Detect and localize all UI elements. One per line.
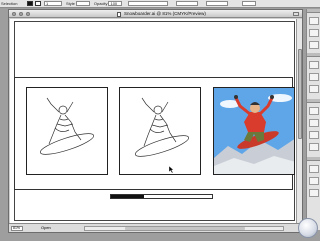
dock-button[interactable] xyxy=(309,17,319,25)
document-window: Snowboarder.ai @ 81% (CMYK/Preview) 81% … xyxy=(8,9,303,233)
stroke-swatch[interactable] xyxy=(35,1,41,6)
document-setup-button[interactable] xyxy=(128,1,169,6)
dock-header[interactable] xyxy=(307,99,320,103)
dock-button[interactable] xyxy=(309,73,319,81)
app-window: Selection 1 Style Opacity 100 Snowboarde… xyxy=(0,0,320,241)
document-titlebar: Snowboarder.ai @ 81% (CMYK/Preview) xyxy=(9,10,302,18)
dock-button[interactable] xyxy=(309,189,319,197)
dock-button[interactable] xyxy=(309,143,319,151)
control-bar: Selection 1 Style Opacity 100 xyxy=(0,0,320,8)
color-art-panel[interactable] xyxy=(213,87,295,175)
dock-header[interactable] xyxy=(307,53,320,57)
arrange-dropdown[interactable] xyxy=(176,1,199,6)
panel-menu-button[interactable] xyxy=(242,1,257,6)
dock-button[interactable] xyxy=(309,107,319,115)
dock-button[interactable] xyxy=(309,119,319,127)
canvas[interactable] xyxy=(10,19,297,224)
stroke-weight-dropdown[interactable]: 1 xyxy=(44,1,62,6)
line-art-panel[interactable] xyxy=(26,87,108,175)
opacity-field[interactable]: 100 xyxy=(108,1,123,6)
arrow-cursor-icon xyxy=(169,166,174,173)
opacity-label: Opacity xyxy=(93,1,108,6)
document-title: Snowboarder.ai @ 81% (CMYK/Preview) xyxy=(124,11,206,16)
vertical-scroll-thumb[interactable] xyxy=(298,49,302,139)
status-text[interactable]: Open xyxy=(41,224,51,232)
zoom-window-button[interactable] xyxy=(26,12,30,16)
selection-label: Selection xyxy=(1,1,18,6)
refined-art-panel[interactable] xyxy=(119,87,201,175)
caption-light-label xyxy=(144,195,146,198)
horizontal-scrollbar[interactable] xyxy=(84,226,284,231)
dock-button[interactable] xyxy=(309,177,319,185)
dock-button[interactable] xyxy=(309,165,319,173)
dock-header[interactable] xyxy=(307,157,320,161)
document-icon xyxy=(117,12,121,17)
snowboarder-color-art xyxy=(214,88,294,174)
help-icon[interactable] xyxy=(298,218,318,238)
dock-button[interactable] xyxy=(309,61,319,69)
style-dropdown[interactable] xyxy=(75,1,90,6)
snowboarder-refined-art xyxy=(134,97,190,157)
minimize-button[interactable] xyxy=(19,12,23,16)
dock-button[interactable] xyxy=(309,85,319,93)
snowboarder-line-art xyxy=(39,97,95,155)
dock-button[interactable] xyxy=(309,29,319,37)
zoom-field[interactable]: 81% xyxy=(11,226,23,231)
vertical-scrollbar[interactable] xyxy=(296,19,302,224)
close-button[interactable] xyxy=(12,12,16,16)
status-bar: 81% Open xyxy=(9,223,302,232)
fill-swatch[interactable] xyxy=(27,1,33,6)
panel-dock xyxy=(306,9,320,230)
dock-button[interactable] xyxy=(309,131,319,139)
horizontal-scroll-thumb[interactable] xyxy=(125,227,245,230)
caption-dark-label xyxy=(111,195,144,198)
style-label: Style xyxy=(66,1,75,6)
dock-header[interactable] xyxy=(307,9,320,13)
caption-strip xyxy=(110,194,213,199)
workspace-dropdown[interactable] xyxy=(206,1,229,6)
dock-button[interactable] xyxy=(309,41,319,49)
toolbar-toggle-button[interactable] xyxy=(293,12,299,16)
